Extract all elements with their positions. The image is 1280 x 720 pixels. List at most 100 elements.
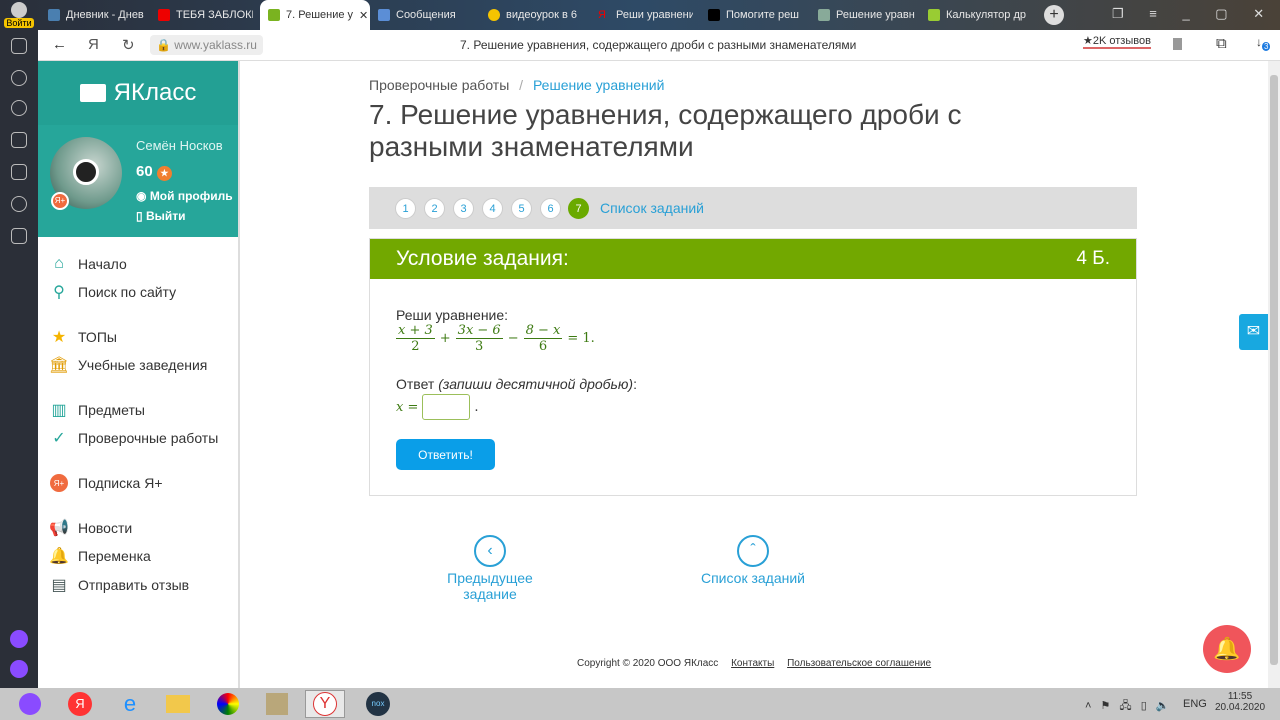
alice-icon[interactable] (10, 630, 28, 648)
app-icon[interactable] (257, 690, 297, 718)
site-logo[interactable]: ЯКласс (38, 61, 238, 125)
condition-heading: Условие задания: (396, 247, 569, 270)
apps-icon[interactable] (11, 38, 27, 54)
notifications-bell-button[interactable]: 🔔 (1203, 625, 1251, 673)
system-tray[interactable]: ˄ ⚑ 🖧 ▯ 🔈 (1085, 697, 1170, 716)
collections-icon[interactable] (11, 164, 27, 180)
star-coin-icon: ★ (156, 166, 172, 181)
equation: x + 32 + 3x − 63 − 8 − x6 = 1. (396, 323, 595, 354)
login-button[interactable]: Войти (4, 2, 34, 28)
language-indicator[interactable]: ENG (1183, 698, 1207, 710)
tab-dnevnik[interactable]: Дневник - Днев (48, 4, 150, 26)
sidebar-item-news[interactable]: 📢 Новости (49, 519, 132, 537)
alice-icon[interactable] (10, 690, 50, 718)
close-tab-icon[interactable]: ✕ (359, 9, 368, 22)
task-score: 4 Б. (1076, 248, 1110, 269)
tab-youtube[interactable]: ТЕБЯ ЗАБЛОКИ (158, 4, 253, 26)
browser-tab-bar: Войти Дневник - Днев ТЕБЯ ЗАБЛОКИ 7. Реш… (0, 0, 1280, 30)
task-prompt: Реши уравнение: (396, 307, 509, 323)
submit-answer-button[interactable]: Ответить! (396, 439, 495, 470)
downloads-icon[interactable]: ↓ 3 (1256, 35, 1271, 52)
history-icon[interactable] (11, 100, 27, 116)
video-icon[interactable] (11, 196, 27, 212)
site-sidebar: ЯКласс Я+ Семён Носков 60 ★ ◉ Мой профил… (38, 61, 240, 688)
user-name[interactable]: Семён Носков (136, 138, 223, 153)
page-icon (818, 9, 830, 21)
task-list-link[interactable]: Список заданий (600, 200, 704, 216)
new-tab-button[interactable]: + (1044, 5, 1064, 25)
agreement-link[interactable]: Пользовательское соглашение (787, 658, 931, 669)
yandex-active-icon[interactable]: Y (305, 690, 345, 718)
page-1[interactable]: 1 (395, 198, 416, 219)
page-2[interactable]: 2 (424, 198, 445, 219)
tab-calculator[interactable]: Калькулятор др (928, 4, 1026, 26)
reload-icon[interactable]: ↻ (122, 36, 135, 54)
breadcrumb-equations[interactable]: Решение уравнений (533, 77, 665, 93)
comment-icon: ▤ (51, 577, 67, 594)
tab-yandex[interactable]: Я Реши уравнени (598, 4, 693, 26)
address-bar: ← Я ↻ 🔒 www.yaklass.ru 7. Решение уравне… (38, 30, 1280, 61)
scrollbar[interactable] (1268, 61, 1280, 688)
paint-icon[interactable] (208, 690, 248, 718)
zen-icon[interactable] (11, 228, 27, 244)
feedback-mail-button[interactable]: ✉ (1239, 314, 1268, 350)
sidebar-item-feedback[interactable]: ▤ Отправить отзыв (50, 576, 189, 594)
answer-input[interactable] (422, 394, 471, 420)
breadcrumb-tests[interactable]: Проверочные работы (369, 77, 509, 93)
sidebar-item-tops[interactable]: ★ ТОПы (50, 328, 117, 346)
avatar-icon (11, 2, 27, 18)
page-7-current[interactable]: 7 (568, 198, 589, 219)
book-icon (79, 84, 106, 102)
answer-label: Ответ (запиши десятичной дробью): (396, 376, 637, 392)
alice-icon-2[interactable] (10, 660, 28, 678)
url-field[interactable]: 🔒 www.yaklass.ru (150, 35, 263, 55)
sidebar-item-subjects[interactable]: ▥ Предметы (50, 401, 144, 419)
video-icon (488, 9, 500, 21)
bookmarks-icon[interactable] (11, 132, 27, 148)
previous-task-link[interactable]: ‹ Предыдущее задание (420, 535, 560, 602)
ie-icon[interactable]: e (110, 690, 150, 718)
yandex-home-icon[interactable]: Я (88, 36, 99, 53)
tab-current[interactable]: 7. Решение у ✕ (260, 0, 370, 30)
logout-link[interactable]: ▯ Выйти (136, 209, 185, 223)
downloads-badge: 3 (1262, 42, 1271, 52)
page-title: 7. Решение уравнения, содержащего дроби … (369, 99, 962, 162)
reviews-button[interactable]: ★2K отзывов (1083, 34, 1151, 49)
search-icon: ⚲ (53, 284, 65, 301)
sidebar-item-break[interactable]: 🔔 Переменка (49, 547, 151, 565)
sidebar-item-search[interactable]: ⚲ Поиск по сайту (50, 283, 176, 301)
sidebar-item-subscription[interactable]: Я+ Подписка Я+ (50, 474, 163, 492)
tab-messages[interactable]: Сообщения (378, 4, 478, 26)
my-profile-link[interactable]: ◉ Мой профиль (136, 189, 233, 203)
task-list-bottom-link[interactable]: ˆ Список заданий (683, 535, 823, 586)
contacts-link[interactable]: Контакты (731, 658, 774, 669)
tab-help[interactable]: Помогите реш (708, 4, 806, 26)
task-card: Условие задания: 4 Б. Реши уравнение: x … (369, 238, 1137, 496)
ya-plus-icon: Я+ (50, 474, 68, 492)
profile-card: Я+ Семён Носков 60 ★ ◉ Мой профиль ▯ Вый… (38, 125, 238, 237)
sidebar-item-tests[interactable]: ✓ Проверочные работы (50, 429, 218, 447)
notifications-icon[interactable] (11, 70, 27, 86)
dnevnik-icon (48, 9, 60, 21)
page-3[interactable]: 3 (453, 198, 474, 219)
translate-icon[interactable]: ⧉ (1216, 35, 1227, 52)
calculator-icon (928, 9, 940, 21)
check-circle-icon: ✓ (52, 430, 66, 447)
home-icon: ⌂ (54, 255, 64, 272)
page-6[interactable]: 6 (540, 198, 561, 219)
tab-solution[interactable]: Решение уравн (818, 4, 916, 26)
page-4[interactable]: 4 (482, 198, 503, 219)
bookmark-icon[interactable] (1173, 38, 1182, 50)
clock[interactable]: 11:55 20.04.2020 (1214, 691, 1266, 713)
tab-video[interactable]: видеоурок в 6 (488, 4, 583, 26)
task-pagination: 1 2 3 4 5 6 7 Список заданий (369, 187, 1137, 229)
sidebar-item-schools[interactable]: 🏛 Учебные заведения (49, 356, 208, 374)
nox-icon[interactable]: nox (358, 690, 398, 718)
yaklass-icon (268, 9, 280, 21)
sidebar-item-home[interactable]: ⌂ Начало (50, 255, 127, 273)
explorer-icon[interactable] (158, 690, 198, 718)
page-5[interactable]: 5 (511, 198, 532, 219)
yandex-browser-icon[interactable]: Я (60, 690, 100, 718)
window-controls[interactable]: ❐ ≡ _ ▢ ✕ (1112, 6, 1264, 22)
back-icon[interactable]: ← (52, 36, 67, 53)
